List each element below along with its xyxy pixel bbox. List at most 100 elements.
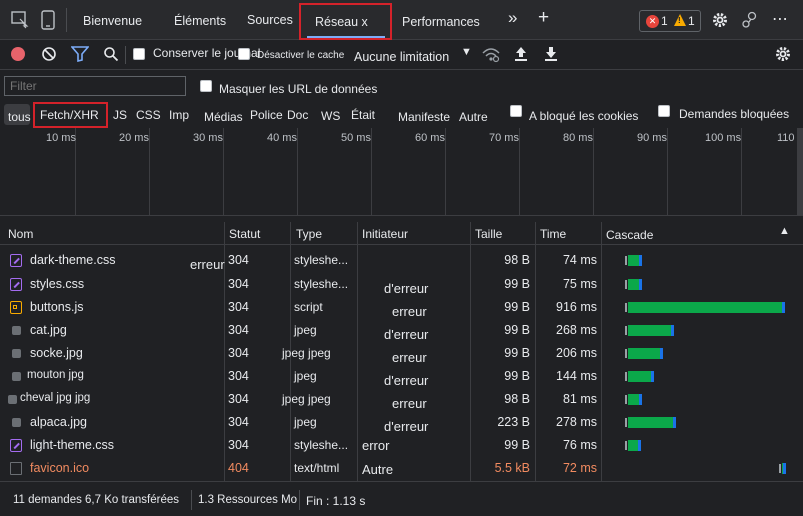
filter-type-css[interactable]: CSS — [136, 108, 161, 122]
column-header-initiator[interactable]: Initiateur — [362, 227, 408, 241]
column-header-type[interactable]: Type — [296, 227, 322, 241]
column-header-waterfall[interactable]: Cascade — [606, 228, 653, 242]
request-name: cat.jpg — [30, 323, 67, 337]
filter-type-fetch-xhr[interactable]: Fetch/XHR — [40, 108, 99, 122]
more-tabs-button[interactable]: » — [508, 8, 517, 28]
waterfall-wait-marker — [625, 326, 627, 335]
request-status: 404 — [228, 461, 249, 475]
filter-type-ws[interactable]: WS — [321, 109, 340, 123]
search-icon[interactable] — [103, 46, 119, 62]
filter-type-doc[interactable]: Doc — [287, 108, 308, 122]
waterfall-bar — [628, 394, 643, 405]
table-row[interactable]: light-theme.css 304 styleshe... error 99 B 76… — [0, 434, 803, 457]
customize-menu-button[interactable]: ⋯ — [772, 9, 788, 29]
filter-funnel-icon[interactable] — [71, 46, 89, 62]
filter-type-js[interactable]: JS — [113, 108, 127, 122]
tab-elements[interactable]: Éléments — [174, 14, 226, 28]
filter-type-was[interactable]: Était — [351, 108, 375, 122]
filter-input[interactable] — [4, 76, 186, 96]
waterfall-wait-marker — [625, 372, 627, 381]
timeline-tick: 80 ms — [563, 132, 593, 144]
tab-performance[interactable]: Performances — [402, 15, 480, 29]
request-type: jpeg — [294, 369, 317, 383]
waterfall-wait-marker — [625, 256, 627, 265]
record-button[interactable] — [11, 47, 25, 61]
generic-file-icon — [10, 462, 22, 475]
connected-devices-icon[interactable] — [741, 11, 759, 29]
request-time: 76 ms — [562, 438, 597, 452]
clear-icon[interactable] — [41, 46, 57, 62]
request-time: 144 ms — [556, 369, 597, 383]
warning-count: 1 — [688, 14, 695, 28]
requests-count: 11 demandes 6,7 Ko transférées — [13, 494, 180, 506]
disable-cache-checkbox[interactable] — [238, 48, 250, 60]
inspect-element-icon[interactable] — [11, 11, 29, 29]
hide-data-urls-checkbox[interactable] — [200, 80, 212, 92]
filter-type-manifest[interactable]: Manifeste — [398, 110, 450, 124]
filter-type-other[interactable]: Autre — [459, 110, 488, 124]
table-row[interactable]: buttons.js 304 script erreur 99 B 916 ms — [0, 296, 803, 319]
waterfall-wait-marker — [625, 441, 627, 450]
request-initiator: erreur — [392, 304, 427, 319]
tab-sources[interactable]: Sources — [247, 13, 293, 27]
devtools-tab-bar: Bienvenue Éléments Sources Réseau x Perf… — [0, 0, 803, 40]
column-header-status[interactable]: Statut — [229, 227, 260, 241]
issues-badge[interactable]: ✕ 1 ! 1 — [639, 10, 701, 32]
table-row[interactable]: alpaca.jpg 304 jpeg d'erreur 223 B 278 ms — [0, 411, 803, 434]
request-type: jpeg jpeg — [282, 392, 331, 406]
timeline-scrollbar[interactable] — [797, 128, 803, 216]
request-time: 75 ms — [562, 277, 597, 291]
request-time: 74 ms — [562, 253, 597, 267]
request-name: socke.jpg — [30, 346, 83, 360]
column-header-time[interactable]: Time — [540, 227, 566, 241]
disable-cache-label: Désactiver le cache — [257, 50, 345, 61]
filter-type-all[interactable]: tous — [8, 110, 31, 124]
column-header-name[interactable]: Nom — [8, 227, 33, 241]
sort-ascending-icon[interactable]: ▲ — [779, 225, 790, 237]
blocked-cookies-label: A bloqué les cookies — [529, 109, 639, 123]
request-initiator: d'erreur — [384, 419, 429, 434]
active-tab-indicator — [307, 36, 385, 38]
import-har-icon[interactable] — [513, 45, 529, 63]
tab-network[interactable]: Réseau x — [315, 15, 368, 29]
chevron-down-icon[interactable]: ▼ — [461, 46, 472, 58]
table-row[interactable]: favicon.ico 404 text/html Autre 5.5 kB 72 ms — [0, 457, 803, 480]
network-overview-timeline[interactable]: 10 ms 20 ms 30 ms 40 ms 50 ms 60 ms 70 m… — [0, 128, 803, 216]
request-type: jpeg — [294, 415, 317, 429]
export-har-icon[interactable] — [543, 45, 559, 63]
filter-type-img[interactable]: Imp — [169, 108, 189, 122]
filter-type-media[interactable]: Médias — [204, 110, 243, 124]
request-status: 304 — [228, 323, 249, 337]
request-initiator: d'erreur — [384, 281, 429, 296]
request-name: dark-theme.css — [30, 253, 116, 267]
throttling-select[interactable]: Aucune limitation — [354, 50, 449, 64]
request-time: 206 ms — [556, 346, 597, 360]
request-initiator: Autre — [362, 462, 394, 477]
preserve-log-checkbox[interactable] — [133, 48, 145, 60]
column-header-size[interactable]: Taille — [475, 227, 502, 241]
waterfall-wait-marker — [778, 464, 781, 473]
device-emulation-icon[interactable] — [40, 10, 56, 30]
blocked-cookies-checkbox[interactable] — [510, 105, 522, 117]
table-row[interactable]: styles.css 304 styleshe... d'erreur 99 B 75 m… — [0, 273, 803, 296]
request-name: mouton jpg — [27, 369, 84, 381]
table-row[interactable]: socke.jpg 304 jpeg jpeg erreur 99 B 206 ms — [0, 342, 803, 365]
timeline-tick: 40 ms — [267, 132, 297, 144]
table-row[interactable]: cat.jpg 304 jpeg d'erreur 99 B 268 ms — [0, 319, 803, 342]
image-file-icon — [12, 349, 21, 358]
blocked-requests-checkbox[interactable] — [658, 105, 670, 117]
network-settings-gear-icon[interactable] — [774, 45, 792, 63]
request-type: styleshe... — [294, 253, 349, 267]
add-tab-button[interactable]: + — [538, 7, 549, 29]
table-row[interactable]: dark-theme.css 304 styleshe... erreur 98 B 74… — [0, 249, 803, 272]
settings-gear-icon[interactable] — [711, 11, 729, 29]
request-status: 304 — [228, 277, 249, 291]
network-conditions-icon[interactable] — [481, 45, 501, 63]
table-row[interactable]: mouton jpg 304 jpeg d'erreur 99 B 144 ms — [0, 365, 803, 388]
timeline-tick: 70 ms — [489, 132, 519, 144]
filter-type-font[interactable]: Police — [250, 108, 283, 122]
waterfall-bar — [628, 417, 676, 428]
table-row[interactable]: cheval jpg jpg 304 jpeg jpeg erreur 98 B 81 m… — [0, 388, 803, 411]
request-status: 304 — [228, 369, 249, 383]
tab-welcome[interactable]: Bienvenue — [83, 14, 142, 28]
